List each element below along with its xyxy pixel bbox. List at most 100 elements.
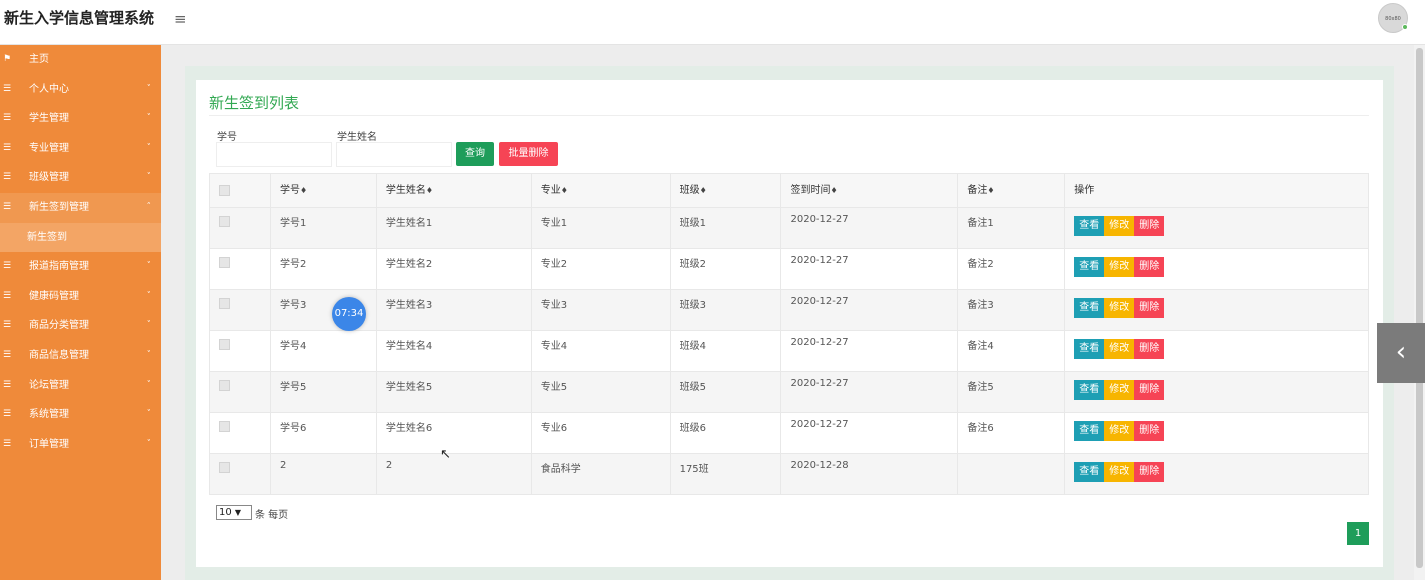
column-header[interactable]: 学号♦ bbox=[269, 173, 377, 208]
delete-button[interactable]: 删除 bbox=[1134, 380, 1165, 400]
delete-button[interactable]: 删除 bbox=[1134, 298, 1165, 318]
hamburger-icon[interactable]: ≡ bbox=[174, 10, 187, 28]
sort-icon: ♦ bbox=[699, 186, 707, 195]
sidebar-item[interactable]: ☰ 系统管理 ˅ bbox=[0, 400, 161, 430]
sidebar-item-label: 班级管理 bbox=[29, 172, 69, 184]
table-cell: 食品科学 bbox=[530, 453, 671, 495]
actions-cell: 查看 修改 删除 bbox=[1064, 412, 1369, 454]
table-cell: 学号5 bbox=[269, 371, 377, 413]
delete-button[interactable]: 删除 bbox=[1134, 216, 1165, 236]
row-checkbox[interactable] bbox=[219, 339, 230, 350]
checkbox-cell bbox=[209, 453, 271, 495]
column-header[interactable]: 学生姓名♦ bbox=[375, 173, 532, 208]
chevron-left-icon[interactable]: ‹ bbox=[1377, 323, 1425, 383]
expand-arrow-icon: ˅ bbox=[146, 438, 152, 449]
row-checkbox[interactable] bbox=[219, 257, 230, 268]
expand-arrow-icon: ˅ bbox=[146, 409, 152, 420]
list-icon: ☰ bbox=[3, 261, 12, 272]
table-cell: 备注1 bbox=[957, 207, 1066, 249]
delete-button[interactable]: 删除 bbox=[1134, 462, 1165, 482]
sidebar-item[interactable]: ☰ 健康码管理 ˅ bbox=[0, 282, 161, 312]
expand-arrow-icon: ˅ bbox=[146, 113, 152, 124]
sidebar-item[interactable]: ⚑ 主页 bbox=[0, 45, 161, 75]
app-title: 新生入学信息管理系统 bbox=[4, 9, 155, 27]
query-button[interactable]: 查询 bbox=[456, 142, 494, 166]
sidebar-item[interactable]: ☰ 商品信息管理 ˅ bbox=[0, 341, 161, 371]
table-cell: 专业2 bbox=[530, 248, 671, 290]
checkbox-cell bbox=[209, 371, 271, 413]
edit-button[interactable]: 修改 bbox=[1104, 216, 1135, 236]
sidebar-item[interactable]: ☰ 报道指南管理 ˅ bbox=[0, 252, 161, 282]
edit-button[interactable]: 修改 bbox=[1104, 298, 1135, 318]
sidebar-item-label: 主页 bbox=[29, 54, 49, 65]
scrollbar-thumb[interactable] bbox=[1416, 48, 1423, 568]
sidebar-subitem-signin[interactable]: 新生签到 bbox=[0, 222, 161, 253]
table-cell: 学号4 bbox=[269, 330, 377, 372]
table-cell: 2020-12-27 bbox=[780, 289, 959, 331]
sidebar-item[interactable]: ☰ 订单管理 ˅ bbox=[0, 430, 161, 460]
sidebar-item-label: 报道指南管理 bbox=[29, 261, 89, 273]
page-number-button[interactable]: 1 bbox=[1347, 522, 1369, 545]
view-button[interactable]: 查看 bbox=[1074, 462, 1105, 482]
column-header[interactable]: 专业♦ bbox=[530, 173, 671, 208]
delete-button[interactable]: 删除 bbox=[1134, 339, 1165, 359]
edit-button[interactable]: 修改 bbox=[1104, 462, 1135, 482]
sidebar-item-label: 健康码管理 bbox=[29, 290, 79, 302]
table-row: 学号2 学生姓名2 专业2 班级2 2020-12-27 备注2 查看 修改 删除 bbox=[209, 248, 1369, 290]
sidebar-item[interactable]: ☰ 专业管理 ˅ bbox=[0, 134, 161, 164]
select-all-cell bbox=[209, 173, 271, 208]
view-button[interactable]: 查看 bbox=[1074, 257, 1105, 277]
top-bar: 新生入学信息管理系统 ≡ 80x80 bbox=[0, 0, 1425, 45]
table-cell: 专业6 bbox=[530, 412, 671, 454]
sidebar-item-label: 系统管理 bbox=[29, 409, 69, 421]
table-cell: 2020-12-27 bbox=[780, 412, 959, 454]
table-cell: 学生姓名3 bbox=[375, 289, 532, 331]
expand-arrow-icon: ˅ bbox=[146, 142, 152, 153]
mouse-cursor-icon: ↖ bbox=[440, 447, 451, 462]
view-button[interactable]: 查看 bbox=[1074, 298, 1105, 318]
sidebar-item[interactable]: ☰ 个人中心 ˅ bbox=[0, 75, 161, 105]
column-header[interactable]: 班级♦ bbox=[669, 173, 782, 208]
row-checkbox[interactable] bbox=[219, 298, 230, 309]
sidebar-item[interactable]: ☰ 学生管理 ˅ bbox=[0, 104, 161, 134]
row-checkbox[interactable] bbox=[219, 380, 230, 391]
delete-button[interactable]: 删除 bbox=[1134, 421, 1165, 441]
checkbox-cell bbox=[209, 412, 271, 454]
row-checkbox[interactable] bbox=[219, 421, 230, 432]
table-row: 学号4 学生姓名4 专业4 班级4 2020-12-27 备注4 查看 修改 删除 bbox=[209, 330, 1369, 372]
timer-badge[interactable]: 07:34 bbox=[332, 297, 366, 331]
view-button[interactable]: 查看 bbox=[1074, 380, 1105, 400]
table-cell: 学号1 bbox=[269, 207, 377, 249]
sidebar-item[interactable]: ☰ 班级管理 ˅ bbox=[0, 163, 161, 193]
column-header: 操作 bbox=[1064, 173, 1369, 208]
sidebar-item[interactable]: ☰ 商品分类管理 ˅ bbox=[0, 311, 161, 341]
expand-arrow-icon: ˄ bbox=[146, 201, 152, 212]
view-button[interactable]: 查看 bbox=[1074, 421, 1105, 441]
edit-button[interactable]: 修改 bbox=[1104, 257, 1135, 277]
table-cell: 学生姓名5 bbox=[375, 371, 532, 413]
column-header[interactable]: 备注♦ bbox=[957, 173, 1066, 208]
view-button[interactable]: 查看 bbox=[1074, 216, 1105, 236]
delete-button[interactable]: 删除 bbox=[1134, 257, 1165, 277]
sidebar-item-label: 专业管理 bbox=[29, 142, 69, 154]
table-cell: 备注5 bbox=[957, 371, 1066, 413]
edit-button[interactable]: 修改 bbox=[1104, 339, 1135, 359]
edit-button[interactable]: 修改 bbox=[1104, 380, 1135, 400]
table-cell: 学生姓名4 bbox=[375, 330, 532, 372]
student-name-input[interactable] bbox=[336, 142, 452, 167]
row-checkbox[interactable] bbox=[219, 462, 230, 473]
batch-delete-button[interactable]: 批量删除 bbox=[499, 142, 558, 166]
column-header[interactable]: 签到时间♦ bbox=[780, 173, 959, 208]
per-page-select[interactable]: 10 ▼ bbox=[216, 505, 252, 520]
view-button[interactable]: 查看 bbox=[1074, 339, 1105, 359]
sort-icon: ♦ bbox=[425, 186, 434, 195]
table-cell: 2 bbox=[269, 453, 377, 495]
row-checkbox[interactable] bbox=[219, 216, 230, 227]
expand-arrow-icon: ˅ bbox=[146, 349, 152, 360]
student-id-input[interactable] bbox=[216, 142, 332, 167]
sidebar-item[interactable]: ☰ 论坛管理 ˅ bbox=[0, 371, 161, 401]
select-all-checkbox[interactable] bbox=[219, 184, 230, 196]
edit-button[interactable]: 修改 bbox=[1104, 421, 1135, 441]
table-cell: 备注2 bbox=[957, 248, 1066, 290]
sidebar-item[interactable]: ☰ 新生签到管理 ˄ bbox=[0, 192, 161, 223]
